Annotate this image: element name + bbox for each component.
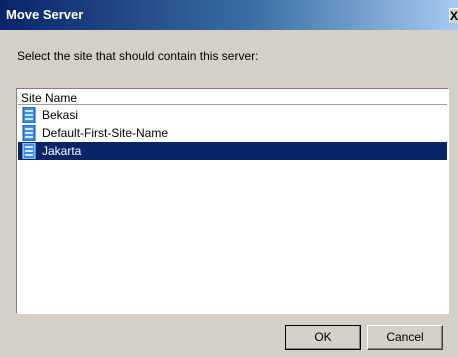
instruction-text: Select the site that should contain this… [17, 49, 259, 63]
move-server-dialog: Move Server X Select the site that shoul… [0, 0, 458, 357]
list-item[interactable]: Bekasi [18, 106, 447, 124]
title-bar[interactable]: Move Server X [0, 0, 458, 30]
list-item-label: Jakarta [42, 144, 82, 158]
close-button[interactable]: X [449, 8, 458, 23]
close-icon: X [450, 9, 458, 23]
site-list[interactable]: Site Name Bekasi Default-First-Site-Name [16, 88, 449, 314]
list-item-label: Default-First-Site-Name [42, 126, 169, 140]
ok-button[interactable]: OK [285, 325, 361, 350]
cancel-button[interactable]: Cancel [367, 325, 443, 350]
dialog-title: Move Server [6, 7, 84, 22]
column-header-site-name[interactable]: Site Name [18, 90, 447, 105]
server-icon [22, 125, 36, 141]
list-item-label: Bekasi [42, 108, 79, 122]
server-icon [22, 107, 36, 123]
list-item-selected[interactable]: Jakarta [18, 142, 447, 160]
server-icon [22, 143, 36, 159]
list-item[interactable]: Default-First-Site-Name [18, 124, 447, 142]
column-header-label: Site Name [21, 91, 78, 105]
